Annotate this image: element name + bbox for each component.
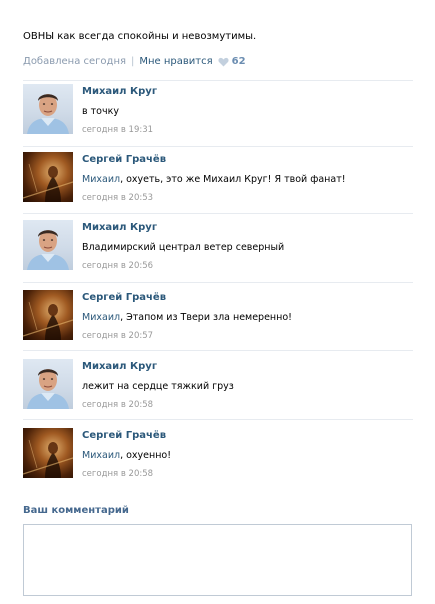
mention-link[interactable]: Михаил: [82, 174, 120, 185]
divider: [23, 282, 413, 283]
avatar[interactable]: [23, 359, 73, 409]
comment-author-link[interactable]: Михаил Круг: [82, 86, 157, 97]
comment-date[interactable]: сегодня в 20:57: [82, 331, 153, 341]
comment-item: Михаил Круг Владимирский централ ветер с…: [23, 220, 413, 280]
heart-icon[interactable]: [218, 57, 229, 67]
comment-text: Михаил, охуенно!: [82, 450, 171, 461]
comment-body: , Этапом из Твери зла немеренно!: [120, 312, 292, 323]
mention-link[interactable]: Михаил: [82, 312, 120, 323]
divider: [23, 146, 413, 147]
comment-author-link[interactable]: Сергей Грачёв: [82, 292, 166, 303]
comment-author-link[interactable]: Михаил Круг: [82, 361, 157, 372]
comment-text: Михаил, Этапом из Твери зла немеренно!: [82, 312, 292, 323]
comment-date[interactable]: сегодня в 20:53: [82, 193, 153, 203]
post-text: ОВНЫ как всегда спокойны и невозмутимы.: [23, 31, 257, 42]
comment-date[interactable]: сегодня в 20:58: [82, 400, 153, 410]
comment-text: лежит на сердце тяжкий груз: [82, 381, 234, 392]
comment-input[interactable]: [23, 524, 412, 596]
meta-separator: |: [131, 56, 135, 67]
comment-date[interactable]: сегодня в 20:58: [82, 469, 153, 479]
comment-text: Михаил, охуеть, это же Михаил Круг! Я тв…: [82, 174, 346, 185]
avatar[interactable]: [23, 84, 73, 134]
post-meta: Добавлена сегодня | Мне нравится 62: [23, 56, 246, 67]
avatar[interactable]: [23, 220, 73, 270]
comment-body: Владимирский централ ветер северный: [82, 242, 285, 253]
avatar[interactable]: [23, 428, 73, 478]
added-date: Добавлена сегодня: [23, 56, 126, 67]
comment-form-label: Ваш комментарий: [23, 505, 129, 516]
comment-item: Сергей Грачёв Михаил, охуеть, это же Мих…: [23, 152, 413, 212]
comment-item: Михаил Круг лежит на сердце тяжкий груз …: [23, 359, 413, 419]
comment-author-link[interactable]: Сергей Грачёв: [82, 430, 166, 441]
comment-item: Михаил Круг в точку сегодня в 19:31: [23, 84, 413, 144]
comment-body: , охуеть, это же Михаил Круг! Я твой фан…: [120, 174, 346, 185]
divider: [23, 213, 413, 214]
mention-link[interactable]: Михаил: [82, 450, 120, 461]
avatar[interactable]: [23, 152, 73, 202]
comment-item: Сергей Грачёв Михаил, охуенно! сегодня в…: [23, 428, 413, 488]
divider: [23, 350, 413, 351]
avatar[interactable]: [23, 290, 73, 340]
comment-text: в точку: [82, 106, 119, 117]
like-button[interactable]: Мне нравится: [139, 56, 212, 67]
comment-date[interactable]: сегодня в 20:56: [82, 261, 153, 271]
comment-body: в точку: [82, 106, 119, 117]
comment-author-link[interactable]: Михаил Круг: [82, 222, 157, 233]
like-count: 62: [231, 56, 246, 67]
comment-body: лежит на сердце тяжкий груз: [82, 381, 234, 392]
comment-item: Сергей Грачёв Михаил, Этапом из Твери зл…: [23, 290, 413, 350]
comment-text: Владимирский централ ветер северный: [82, 242, 284, 253]
comment-author-link[interactable]: Сергей Грачёв: [82, 154, 166, 165]
comment-date[interactable]: сегодня в 19:31: [82, 125, 153, 135]
comment-body: , охуенно!: [120, 450, 172, 461]
divider: [23, 80, 413, 81]
divider: [23, 419, 413, 420]
